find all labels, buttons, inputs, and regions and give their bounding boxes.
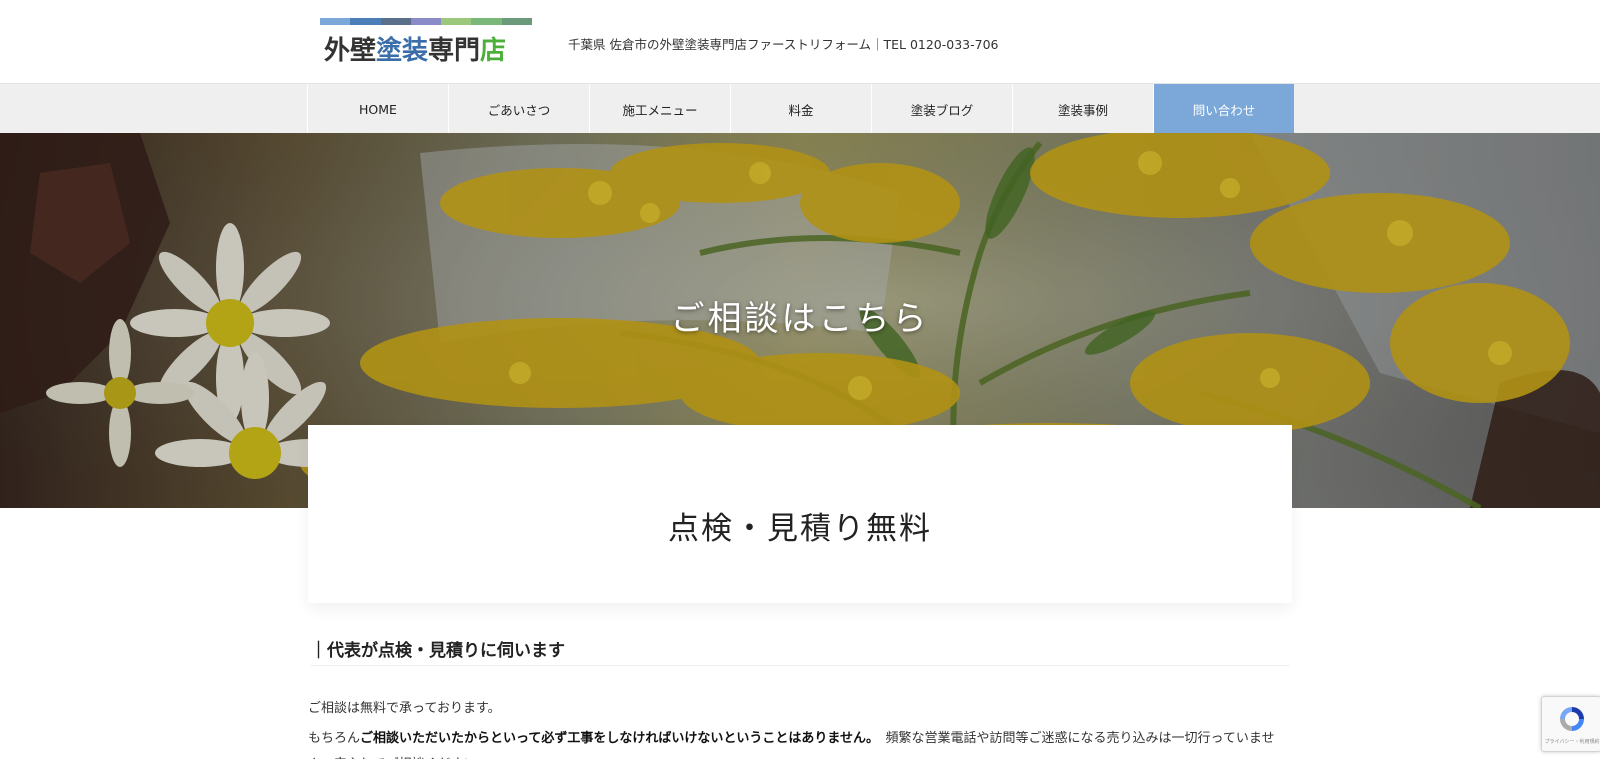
logo-text-part: 外壁	[324, 36, 377, 66]
header-tagline: 千葉県 佐倉市の外壁塗装専門店ファーストリフォーム｜TEL 0120-033-7…	[568, 37, 999, 52]
logo-bar-segment	[410, 18, 442, 25]
nav-menu: HOME ごあいさつ 施工メニュー 料金 塗装ブログ 塗装事例 問い合わせ	[307, 84, 1294, 134]
logo-bar-segment	[350, 18, 381, 25]
logo-bar-segment	[380, 18, 411, 25]
logo-text-part: 店	[480, 36, 507, 66]
intro-card: 点検・見積り無料	[308, 425, 1292, 603]
logo-bar-segment	[501, 18, 532, 25]
nav-item-contact[interactable]: 問い合わせ	[1153, 84, 1294, 134]
nav-item-cases[interactable]: 塗装事例	[1012, 84, 1153, 134]
logo-text-part: 専門	[428, 36, 481, 66]
logo-bar-segment	[320, 18, 351, 25]
logo-bar-segment	[441, 18, 472, 25]
recaptcha-badge[interactable]: プライバシー・利用規約	[1541, 696, 1600, 752]
paragraph-text: もちろん	[308, 731, 361, 746]
nav-item-greeting[interactable]: ごあいさつ	[448, 84, 589, 134]
recaptcha-text: プライバシー・利用規約	[1544, 739, 1600, 745]
nav-item-blog[interactable]: 塗装ブログ	[871, 84, 1012, 134]
body-paragraph: もちろんご相談いただいたからといって必ず工事をしなければいけないということはあり…	[308, 726, 1292, 759]
site-header: 外壁塗装専門店 千葉県 佐倉市の外壁塗装専門店ファーストリフォーム｜TEL 01…	[0, 0, 1600, 83]
nav-item-service-menu[interactable]: 施工メニュー	[589, 84, 730, 134]
hero-title: ご相談はこちら	[670, 299, 930, 339]
section-heading: ｜代表が点検・見積りに伺います	[310, 636, 1290, 666]
logo-color-bar	[320, 18, 532, 25]
main-navigation: HOME ごあいさつ 施工メニュー 料金 塗装ブログ 塗装事例 問い合わせ	[0, 83, 1600, 134]
site-logo[interactable]: 外壁塗装専門店	[320, 18, 532, 66]
body-paragraph: ご相談は無料で承っております。	[308, 701, 501, 716]
logo-bar-segment	[471, 18, 502, 25]
logo-text: 外壁塗装専門店	[324, 30, 506, 67]
nav-item-home[interactable]: HOME	[307, 84, 448, 134]
recaptcha-icon	[1560, 707, 1584, 731]
logo-text-part: 塗装	[376, 36, 429, 66]
nav-item-pricing[interactable]: 料金	[730, 84, 871, 134]
card-title: 点検・見積り無料	[668, 511, 932, 547]
paragraph-bold-text: ご相談いただいたからといって必ず工事をしなければいけないということはありません。	[360, 731, 873, 746]
